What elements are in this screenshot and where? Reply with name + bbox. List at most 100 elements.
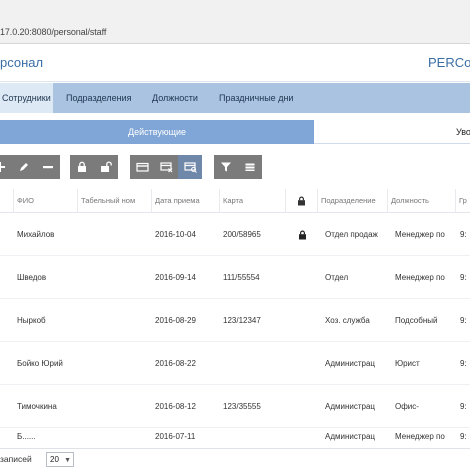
- column-header-hire-date[interactable]: Дата приема: [152, 189, 220, 213]
- cell-tab-number: [78, 256, 152, 299]
- cell-hire-date: 2016-08-22: [155, 359, 196, 368]
- table-body: Михайлов 2016-10-04 200/58965 Отдел прод…: [0, 213, 470, 450]
- column-header-name[interactable]: ФИО: [14, 189, 78, 213]
- card-icon: [135, 162, 149, 172]
- page-size-value: 20: [50, 455, 59, 464]
- lock-icon: [298, 196, 305, 206]
- unlock-icon: [101, 161, 112, 172]
- cell-position: Менеджер по: [395, 273, 445, 282]
- cell-hire-date: 2016-10-04: [155, 230, 196, 239]
- column-header-tab-number[interactable]: Табельный ном: [78, 189, 152, 213]
- filter-button[interactable]: [214, 155, 238, 179]
- card-search-button[interactable]: [178, 155, 202, 179]
- edit-icon: [20, 163, 28, 171]
- cell-card: [220, 428, 286, 450]
- subtab-dismissed-staff[interactable]: Уво: [314, 120, 470, 144]
- remove-button[interactable]: [36, 155, 60, 179]
- select-column-header[interactable]: [0, 189, 14, 213]
- chevron-down-icon: ▼: [64, 457, 71, 464]
- table-header: ФИО Табельный ном Дата приема Карта Подр…: [0, 189, 470, 213]
- cell-schedule: 9:: [460, 230, 467, 239]
- card-remove-icon: [159, 162, 172, 173]
- cell-department: Отдел: [325, 273, 349, 282]
- remove-icon: [43, 166, 53, 169]
- table-row[interactable]: Шведов 2016-09-14 111/55554 Отдел Менедж…: [0, 256, 470, 299]
- subtab-dismissed-label: Уво: [456, 127, 470, 137]
- cell-tab-number: [78, 385, 152, 428]
- column-header-department[interactable]: Подразделение: [318, 189, 388, 213]
- column-header-lock[interactable]: [286, 189, 318, 213]
- lock-icon: [78, 161, 86, 172]
- cell-department: Отдел продаж: [325, 230, 378, 239]
- page-size-select[interactable]: 20 ▼: [46, 452, 74, 467]
- cell-department: Администрац: [325, 359, 376, 368]
- cell-position: Юрист: [395, 359, 420, 368]
- column-header-card[interactable]: Карта: [220, 189, 286, 213]
- edit-button[interactable]: [12, 155, 36, 179]
- cell-position: Подсобный: [395, 316, 438, 325]
- cell-position: Менеджер по: [395, 432, 445, 441]
- brand-logo: PERCo: [428, 55, 470, 70]
- subtab-active-staff[interactable]: Действующие: [0, 120, 314, 144]
- card-search-icon: [183, 162, 197, 173]
- cell-tab-number: [78, 428, 152, 450]
- table-row[interactable]: Тимочкина 2016-08-12 123/35555 Администр…: [0, 385, 470, 428]
- cell-name: Шведов: [17, 273, 47, 282]
- app-header: рсонал PERCo: [0, 44, 470, 82]
- cell-name: Бойко Юрий: [17, 359, 63, 368]
- unlock-button[interactable]: [94, 155, 118, 179]
- add-icon: [0, 162, 5, 172]
- cell-hire-date: 2016-07-11: [155, 432, 196, 441]
- cell-tab-number: [78, 213, 152, 256]
- cell-card: 123/12347: [223, 316, 261, 325]
- column-header-position[interactable]: Должность: [388, 189, 456, 213]
- cell-name: Михайлов: [17, 230, 55, 239]
- cell-card: 200/58965: [223, 230, 261, 239]
- table-row[interactable]: Михайлов 2016-10-04 200/58965 Отдел прод…: [0, 213, 470, 256]
- cell-schedule: 9:: [460, 359, 467, 368]
- table-row[interactable]: Б...... 2016-07-11 Администрац Менеджер …: [0, 428, 470, 450]
- cell-department: Администрац: [325, 402, 376, 411]
- app-window: 17.0.20:8080/personal/staff рсонал PERCo…: [0, 0, 470, 470]
- filter-icon: [221, 162, 231, 172]
- card-remove-button[interactable]: [154, 155, 178, 179]
- card-button[interactable]: [130, 155, 154, 179]
- cell-department: Администрац: [325, 432, 376, 441]
- cell-card: [220, 342, 286, 385]
- cell-tab-number: [78, 299, 152, 342]
- tab-employees[interactable]: Сотрудники: [0, 83, 53, 113]
- browser-address-bar[interactable]: 17.0.20:8080/personal/staff: [0, 0, 470, 44]
- records-per-page-label: записей: [0, 454, 32, 464]
- table-row[interactable]: Ныркоб 2016-08-29 123/12347 Хоз. служба …: [0, 299, 470, 342]
- table-row[interactable]: Бойко Юрий 2016-08-22 Администрац Юрист …: [0, 342, 470, 385]
- tab-holidays[interactable]: Праздничные дни: [219, 83, 293, 113]
- cell-tab-number: [78, 342, 152, 385]
- cell-lock: [286, 213, 318, 256]
- list-button[interactable]: [238, 155, 262, 179]
- cell-hire-date: 2016-08-12: [155, 402, 196, 411]
- cell-card: 111/55554: [223, 273, 260, 282]
- tab-positions[interactable]: Должности: [152, 83, 198, 113]
- cell-position: Офис-: [395, 402, 419, 411]
- cell-name: Б......: [17, 432, 36, 441]
- cell-position: Менеджер по: [395, 230, 445, 239]
- add-button[interactable]: [0, 155, 12, 179]
- cell-name: Тимочкина: [17, 402, 57, 411]
- address-url[interactable]: 17.0.20:8080/personal/staff: [0, 27, 106, 37]
- cell-hire-date: 2016-08-29: [155, 316, 196, 325]
- cell-hire-date: 2016-09-14: [155, 273, 196, 282]
- lock-button[interactable]: [70, 155, 94, 179]
- main-tabs: Сотрудники Подразделения Должности Празд…: [0, 83, 470, 113]
- lock-icon: [298, 230, 306, 239]
- cell-department: Хоз. служба: [325, 316, 370, 325]
- cell-card: 123/35555: [223, 402, 261, 411]
- cell-schedule: 9:: [460, 432, 467, 441]
- column-header-schedule[interactable]: Гр: [456, 189, 470, 213]
- cell-schedule: 9:: [460, 316, 467, 325]
- page-title: рсонал: [0, 55, 44, 70]
- cell-schedule: 9:: [460, 402, 467, 411]
- toolbar: [0, 144, 470, 189]
- tab-departments[interactable]: Подразделения: [66, 83, 131, 113]
- cell-name: Ныркоб: [17, 316, 46, 325]
- cell-schedule: 9:: [460, 273, 467, 282]
